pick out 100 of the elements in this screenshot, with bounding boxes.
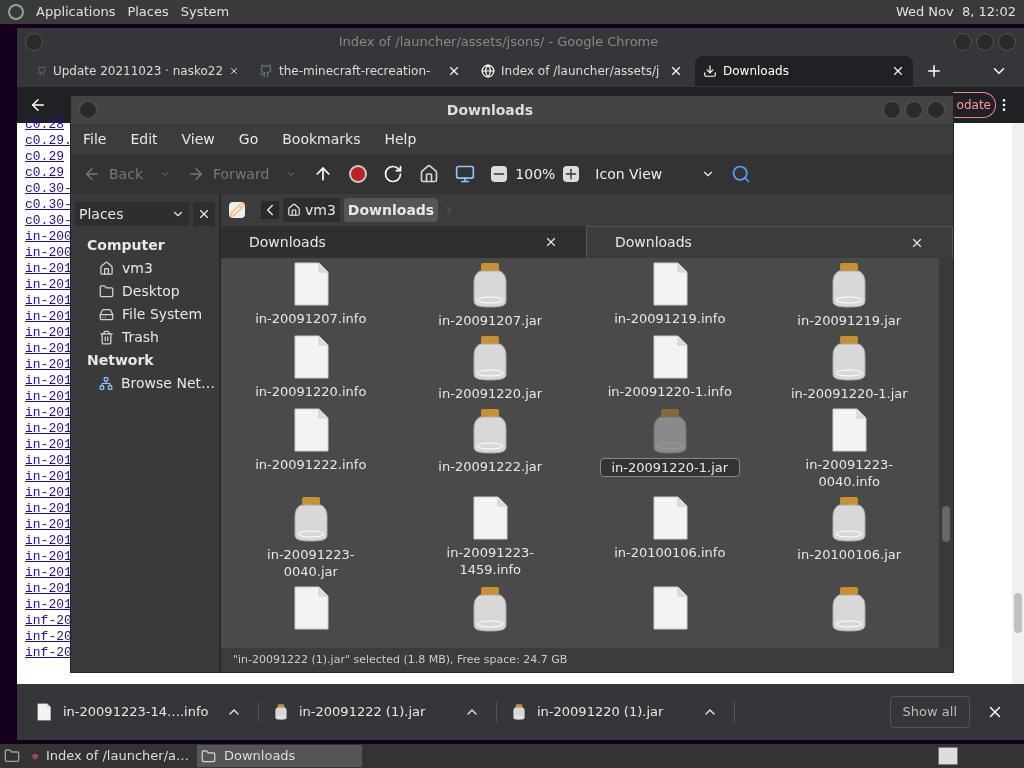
file-link[interactable]: c0.30- (25, 197, 72, 213)
sidebar-item[interactable]: Browse Net… (75, 372, 215, 395)
file-entry[interactable]: in-20091220-1.jar (759, 335, 939, 402)
github-icon (259, 64, 273, 78)
browser-tab[interactable]: Index of /launcher/assets/j (473, 56, 691, 86)
file-link[interactable]: in-201 (25, 597, 72, 613)
close-icon[interactable] (447, 64, 461, 78)
file-link[interactable]: c0.30- (25, 181, 72, 197)
file-link[interactable]: in-201 (25, 437, 72, 453)
menu-item[interactable]: Bookmarks (282, 128, 361, 150)
file-link[interactable]: in-201 (25, 357, 72, 373)
edit-location-icon[interactable] (229, 202, 245, 218)
file-link[interactable]: in-201 (25, 309, 72, 325)
zoom-out-icon[interactable] (491, 166, 508, 182)
menu-item[interactable]: Edit (130, 128, 158, 150)
menu-item[interactable]: File (83, 128, 107, 150)
file-entry[interactable]: in-20091223-1459.info (400, 496, 580, 580)
close-icon[interactable] (669, 64, 683, 78)
file-link[interactable]: in-201 (25, 549, 72, 565)
file-link[interactable]: in-201 (25, 485, 72, 501)
folder-icon (201, 748, 216, 764)
sidebar-item[interactable]: Trash (75, 326, 215, 349)
path-button[interactable]: vm3 (283, 198, 340, 222)
file-entry[interactable]: in-20091207.jar (400, 262, 580, 329)
search-icon[interactable] (731, 164, 752, 184)
places-selector[interactable]: Places (75, 202, 189, 226)
folder-tab[interactable]: Downloads (586, 226, 953, 258)
show-desktop-icon[interactable] (4, 748, 20, 764)
zoom-in-icon[interactable] (563, 166, 580, 182)
file-entry[interactable]: in-20091220.info (221, 335, 401, 402)
computer-icon[interactable] (455, 164, 476, 184)
sidebar-item[interactable]: File System (75, 303, 215, 326)
file-link[interactable]: in-201 (25, 389, 72, 405)
file-link[interactable]: in-201 (25, 341, 72, 357)
file-entry[interactable]: in-20100106.info (580, 496, 760, 580)
document-icon (651, 262, 688, 306)
file-link[interactable]: c0.29 (25, 165, 72, 181)
browser-tab[interactable]: the-minecraft-recreation- (251, 56, 469, 86)
view-selector[interactable]: Icon View (595, 163, 716, 185)
path-left-icon[interactable] (261, 201, 279, 219)
workspace-switcher[interactable] (938, 747, 958, 765)
reload-icon[interactable] (383, 164, 404, 184)
file-entry[interactable]: in-20091223-0040.jar (221, 496, 401, 580)
browser-tab[interactable]: Downloads (695, 56, 913, 86)
panel-menu[interactable]: System (180, 2, 230, 22)
file-link[interactable]: in-201 (25, 501, 72, 517)
path-button[interactable]: Downloads (343, 198, 439, 222)
panel-menu[interactable]: Places (127, 2, 169, 22)
file-link[interactable]: in-201 (25, 293, 72, 309)
file-link[interactable]: in-201 (25, 469, 72, 485)
file-entry[interactable]: in-20091222.jar (400, 408, 580, 490)
clock[interactable]: Wed Nov 8, 12:02 (895, 2, 1016, 22)
file-entry[interactable]: in-20091220.jar (400, 335, 580, 402)
file-entry[interactable]: in-20091219.jar (759, 262, 939, 329)
close-icon[interactable] (544, 235, 558, 249)
file-link[interactable]: in-201 (25, 277, 72, 293)
file-link[interactable]: in-201 (25, 581, 72, 597)
tab-label: Downloads (615, 233, 693, 252)
file-entry[interactable]: in-20091219.info (580, 262, 760, 329)
menu-item[interactable]: View (181, 128, 215, 150)
file-entry[interactable]: in-20091207.info (221, 262, 401, 329)
file-entry[interactable]: in-20091220-1.info (580, 335, 760, 402)
menu-item[interactable]: Help (384, 128, 417, 150)
file-link[interactable]: in-201 (25, 405, 72, 421)
file-link[interactable]: c0.30- (25, 213, 72, 229)
file-link[interactable]: in-201 (25, 261, 72, 277)
file-entry[interactable]: in-20100106.jar (759, 496, 939, 580)
sidebar-item[interactable]: vm3 (75, 257, 215, 280)
download-item[interactable]: in-20091220 (1).jar (505, 702, 735, 722)
taskbar-button[interactable]: Index of /launcher/a… (28, 745, 193, 767)
file-link[interactable]: in-201 (25, 421, 72, 437)
sidebar-item[interactable]: Desktop (75, 280, 215, 303)
menu-logo-icon[interactable] (8, 4, 24, 20)
menu-item[interactable]: Go (238, 128, 259, 150)
file-entry[interactable]: in-20091223-0040.info (759, 408, 939, 490)
download-item[interactable]: in-20091222 (1).jar (267, 702, 497, 722)
browser-tab[interactable]: Update 20211023 · nasko22 (29, 56, 247, 86)
close-icon[interactable] (891, 64, 905, 78)
file-link[interactable]: in-201 (25, 325, 72, 341)
stop-icon[interactable] (349, 165, 368, 183)
home-icon[interactable] (419, 164, 440, 184)
panel-menu[interactable]: Applications (36, 2, 116, 22)
file-link[interactable]: in-201 (25, 565, 72, 581)
taskbar-button[interactable]: Downloads (197, 745, 362, 767)
file-link[interactable]: in-201 (25, 533, 72, 549)
jar-icon (293, 496, 328, 542)
file-entry[interactable]: in-20091220-1.jar (580, 408, 760, 490)
file-link[interactable]: in-201 (25, 517, 72, 533)
file-link[interactable]: c0.29. (25, 133, 72, 149)
show-all-button[interactable]: Show all (889, 696, 970, 728)
document-icon (651, 586, 688, 630)
file-link[interactable]: in-201 (25, 453, 72, 469)
download-item[interactable]: in-20091223-14….info (29, 702, 259, 722)
folder-tab[interactable]: Downloads (221, 226, 586, 258)
new-tab-icon[interactable] (925, 62, 943, 80)
file-link[interactable]: c0.29 (25, 149, 72, 165)
file-link[interactable]: in-201 (25, 373, 72, 389)
file-entry[interactable]: in-20091222.info (221, 408, 401, 490)
close-sidebar-button[interactable] (193, 202, 215, 226)
scrollbar[interactable] (1012, 123, 1024, 684)
